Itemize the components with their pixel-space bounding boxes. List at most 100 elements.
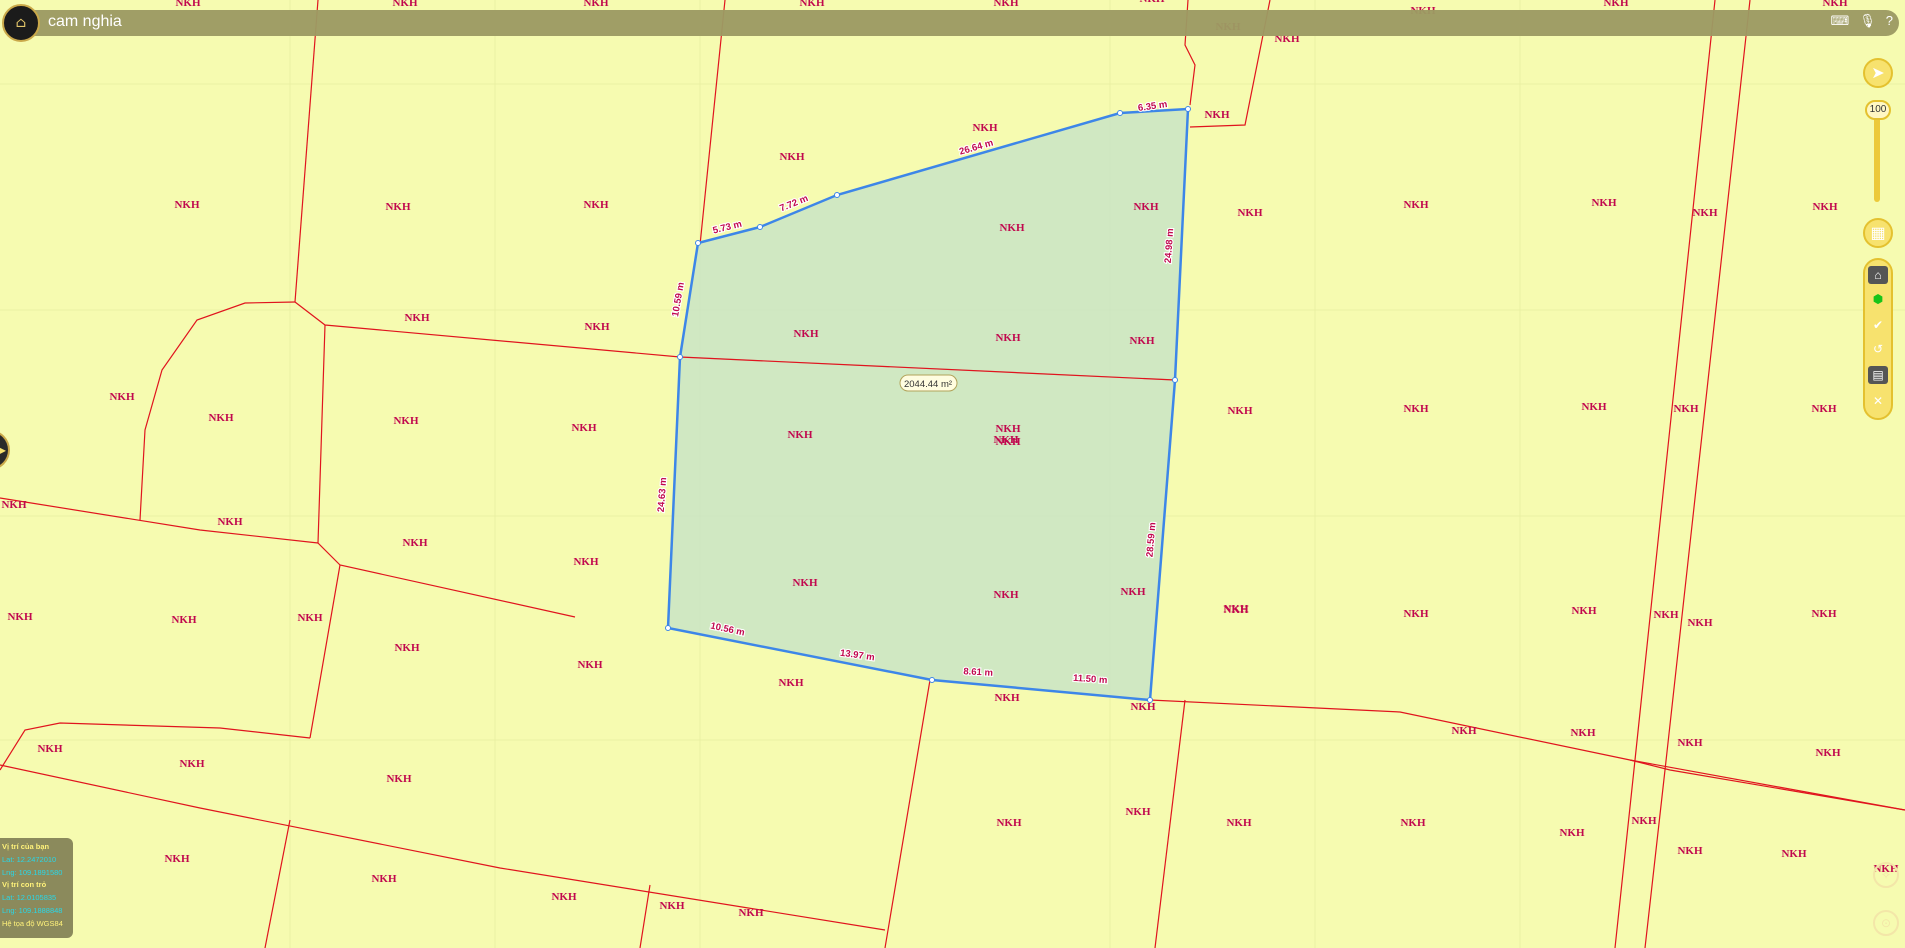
parcel-label: NKH xyxy=(1125,806,1151,818)
polygon-icon[interactable]: ⬢ xyxy=(1868,290,1888,308)
app-logo-icon[interactable]: ⌂ xyxy=(2,4,40,42)
parcel-label: NKH xyxy=(1403,608,1429,620)
parcel-label: NKH xyxy=(1815,747,1841,759)
parcel-label: NKH xyxy=(179,758,205,770)
selected-polygon[interactable] xyxy=(666,107,1190,702)
settings-icon[interactable]: ⊙ xyxy=(1873,910,1899,936)
parcel-label: NKH xyxy=(1571,605,1597,617)
pointer-lng: Lng: 109.1888848 xyxy=(2,905,63,915)
parcel-label: NKH xyxy=(1,499,27,511)
parcel-label: NKH xyxy=(792,577,818,589)
locate-me-button[interactable]: ➤ xyxy=(1863,58,1893,88)
edge-length-label: 24.63 m xyxy=(656,477,669,513)
grid-icon: ▦ xyxy=(1870,225,1886,242)
parcel-label: NKH xyxy=(1631,815,1657,827)
parcel-label: NKH xyxy=(1133,201,1159,213)
parcel-label: NKH xyxy=(583,199,609,211)
parcel-label: NKH xyxy=(1120,586,1146,598)
your-position-title: Vị trí của bạn xyxy=(2,842,50,851)
parcel-label: NKH xyxy=(174,199,200,211)
close-icon[interactable]: ✕ xyxy=(1868,392,1888,410)
parcel-label: NKH xyxy=(1603,0,1629,9)
parcel-label: NKH xyxy=(394,642,420,654)
top-toolbar: ⌨ 🎙 ? xyxy=(1830,13,1893,29)
parcel-label: NKH xyxy=(573,556,599,568)
keyboard-icon[interactable]: ⌨ xyxy=(1830,13,1849,29)
parcel-label: NKH xyxy=(208,412,234,424)
microphone-icon[interactable]: 🎙 xyxy=(1859,13,1876,29)
parcel-label: NKH xyxy=(1570,727,1596,739)
parcel-label: NKH xyxy=(1403,403,1429,415)
parcel-label: NKH xyxy=(171,614,197,626)
svg-text:2044.44 m²: 2044.44 m² xyxy=(904,379,952,390)
parcel-label: NKH xyxy=(584,321,610,333)
parcel-label: NKH xyxy=(993,0,1019,9)
zoom-slider[interactable] xyxy=(1874,112,1880,202)
zoom-value[interactable]: 100 xyxy=(1865,100,1891,120)
parcel-label: NKH xyxy=(404,312,430,324)
navigation-arrow-icon: ➤ xyxy=(1871,65,1885,82)
parcel-label: NKH xyxy=(778,677,804,689)
parcel-label: NKH xyxy=(1822,0,1848,9)
parcel-label: NKH xyxy=(1403,199,1429,211)
parcel-label: NKH xyxy=(1223,603,1249,615)
parcel-label: NKH xyxy=(1130,701,1156,713)
parcel-label: NKH xyxy=(1591,197,1617,209)
parcel-label: NKH xyxy=(1226,817,1252,829)
coordinate-info-panel: Vị trí của bạn Lat: 12.2472010 Lng: 109.… xyxy=(0,838,73,938)
parcel-label: NKH xyxy=(1581,401,1607,413)
parcel-label: NKH xyxy=(995,332,1021,344)
parcel-label: NKH xyxy=(659,900,685,912)
cadastral-map[interactable]: NKH NKH NKH NKH NKH NKH NKH NKH NKH NKH NKH NKH NKH N… xyxy=(0,0,1905,948)
parcel-label: NKH xyxy=(1812,201,1838,213)
parcel-label: NKH xyxy=(1451,725,1477,737)
parcel-label: NKH xyxy=(577,659,603,671)
parcel-label: NKH xyxy=(1811,608,1837,620)
parcel-label: NKH xyxy=(571,422,597,434)
area-badge: 2044.44 m² xyxy=(899,374,958,392)
parcel-label: NKH xyxy=(994,692,1020,704)
parcel-label: NKH xyxy=(175,0,201,9)
parcel-label: NKH xyxy=(799,0,825,9)
parcel-label: NKH xyxy=(371,873,397,885)
parcel-label: NKH xyxy=(1129,335,1155,347)
top-bar xyxy=(6,10,1899,36)
parcel-label: NKH xyxy=(402,537,428,549)
coord-system: Hệ tọa độ WGS84 xyxy=(2,918,63,928)
parcel-label: NKH xyxy=(583,0,609,9)
pointer-title: Vị trí con trỏ xyxy=(2,880,47,890)
compass-icon[interactable]: ✧ xyxy=(1873,862,1899,888)
parcel-label: NKH xyxy=(996,817,1022,829)
chevron-right-icon: ▶ xyxy=(0,443,6,457)
check-icon[interactable]: ✔ xyxy=(1868,316,1888,334)
parcel-label: NKH xyxy=(972,122,998,134)
parcel-label: NKH xyxy=(109,391,135,403)
parcel-label: NKH xyxy=(1227,405,1253,417)
help-icon[interactable]: ? xyxy=(1886,13,1893,29)
parcel-label: NKH xyxy=(1687,617,1713,629)
layers-icon[interactable]: ⌂ xyxy=(1868,266,1888,284)
parcel-label: NKH xyxy=(393,415,419,427)
parcel-label: NKH xyxy=(217,516,243,528)
parcel-label: NKH xyxy=(993,434,1019,446)
parcel-label: NKH xyxy=(738,907,764,919)
undo-icon[interactable]: ↺ xyxy=(1868,340,1888,358)
parcel-label: NKH xyxy=(297,612,323,624)
parcel-label: NKH xyxy=(1692,207,1718,219)
grid-menu-button[interactable]: ▦ xyxy=(1863,218,1893,248)
your-lng: Lng: 109.1891580 xyxy=(2,867,63,877)
parcel-label: NKH xyxy=(551,891,577,903)
parcel-label: NKH xyxy=(1673,403,1699,415)
parcel-label: NKH xyxy=(37,743,63,755)
parcel-label: NKH xyxy=(7,611,33,623)
pointer-lat: Lat: 12.0105835 xyxy=(2,893,57,903)
edge-length-label: 8.61 m xyxy=(963,666,993,679)
your-lat: Lat: 12.2472010 xyxy=(2,854,57,864)
parcel-label: NKH xyxy=(1204,109,1230,121)
calculator-icon[interactable]: ▤ xyxy=(1868,366,1888,384)
parcel-label: NKH xyxy=(1559,827,1585,839)
parcel-label: NKH xyxy=(385,201,411,213)
parcel-label: NKH xyxy=(1677,845,1703,857)
parcel-label: NKH xyxy=(1677,737,1703,749)
parcel-label: NKH xyxy=(779,151,805,163)
